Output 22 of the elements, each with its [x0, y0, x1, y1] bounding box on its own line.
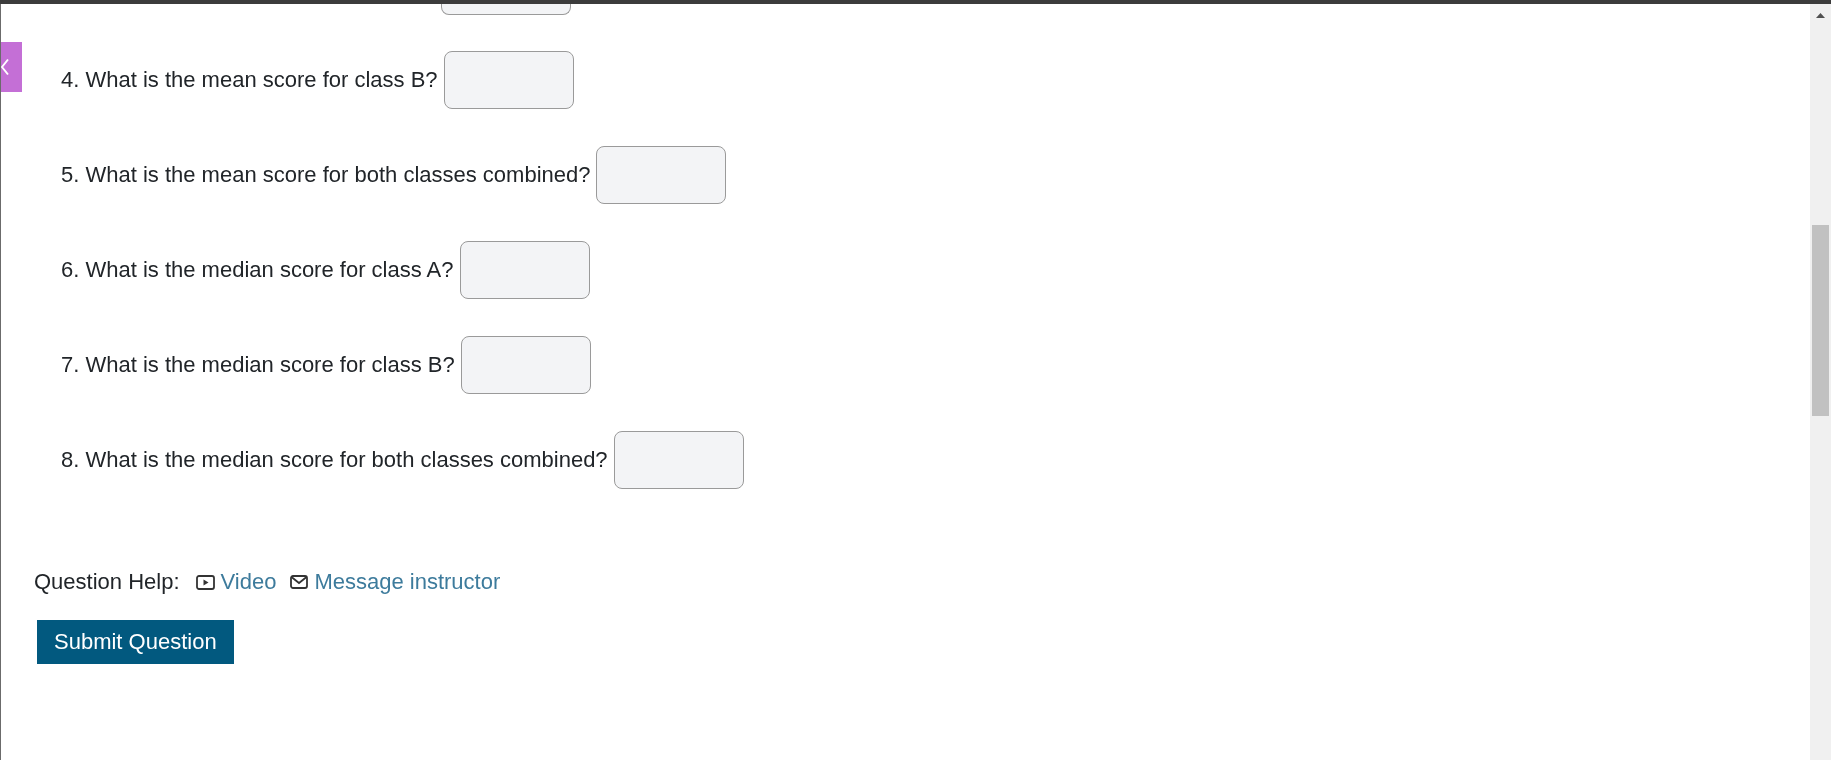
scroll-up-arrow-icon[interactable] — [1816, 13, 1825, 18]
scrollbar-track[interactable] — [1810, 4, 1831, 760]
question-text: 8. What is the median score for both classes combined? — [61, 446, 608, 474]
question-help-label: Question Help: — [34, 568, 180, 596]
answer-box[interactable] — [443, 51, 574, 109]
video-link[interactable]: Video — [195, 567, 277, 597]
answer-box[interactable] — [459, 241, 590, 299]
question-text: 5. What is the mean score for both classes combined? — [61, 161, 591, 189]
answer-box[interactable] — [460, 336, 591, 394]
scrollbar-thumb[interactable] — [1812, 225, 1829, 416]
answer-box[interactable] — [613, 431, 744, 489]
message-link[interactable]: Message instructor — [290, 567, 501, 597]
answer-box[interactable] — [596, 146, 727, 204]
side-tab[interactable] — [1, 42, 22, 92]
answer-box[interactable] — [441, 4, 571, 15]
question-text: 4. What is the mean score for class B? — [61, 66, 438, 94]
submit-question-button[interactable]: Submit Question — [37, 620, 234, 664]
mail-icon — [290, 575, 309, 589]
question-text: 7. What is the median score for class B? — [61, 351, 455, 379]
chevron-left-icon — [1, 58, 10, 76]
video-icon — [195, 574, 215, 590]
question-text: 6. What is the median score for class A? — [61, 256, 454, 284]
